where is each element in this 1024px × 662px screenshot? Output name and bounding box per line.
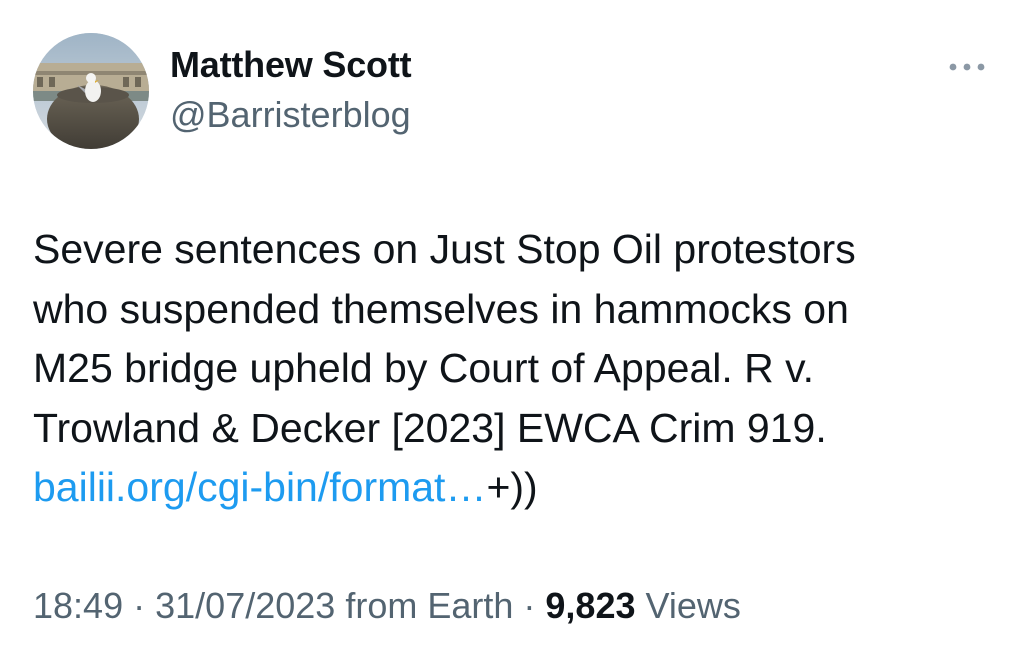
- views-count[interactable]: 9,823: [545, 585, 635, 626]
- tweet-link[interactable]: bailii.org/cgi-bin/format…: [33, 464, 486, 510]
- tweet-text-line: M25 bridge upheld by Court of Appeal. R …: [33, 345, 814, 391]
- tweet-card: Matthew Scott @Barristerblog Severe sent…: [0, 0, 1024, 662]
- tweet-text-line: who suspended themselves in hammocks on: [33, 285, 849, 332]
- more-horizontal-icon: [949, 63, 985, 71]
- avatar[interactable]: [33, 33, 149, 149]
- more-options-button[interactable]: [944, 52, 990, 82]
- tweet-text-line: Severe sentences on Just Stop Oil protes…: [33, 226, 856, 272]
- tweet-link-suffix: +)): [486, 464, 538, 510]
- author-name[interactable]: Matthew Scott: [170, 44, 412, 86]
- author-handle[interactable]: @Barristerblog: [170, 94, 411, 136]
- tweet-meta: 18:49 · 31/07/2023 from Earth · 9,823 Vi…: [33, 585, 741, 627]
- avatar-photo: [33, 33, 149, 149]
- meta-separator: ·: [133, 585, 146, 626]
- tweet-link-line: bailii.org/cgi-bin/format…+)): [33, 458, 993, 518]
- tweet-date[interactable]: 31/07/2023: [155, 585, 335, 626]
- tweet-text: Severe sentences on Just Stop Oil protes…: [33, 220, 993, 518]
- tweet-source: from Earth: [345, 585, 514, 626]
- views-label: Views: [645, 585, 741, 626]
- tweet-time[interactable]: 18:49: [33, 585, 123, 626]
- meta-separator: ·: [523, 585, 536, 626]
- tweet-text-line: Trowland & Decker [2023] EWCA Crim 919.: [33, 404, 827, 451]
